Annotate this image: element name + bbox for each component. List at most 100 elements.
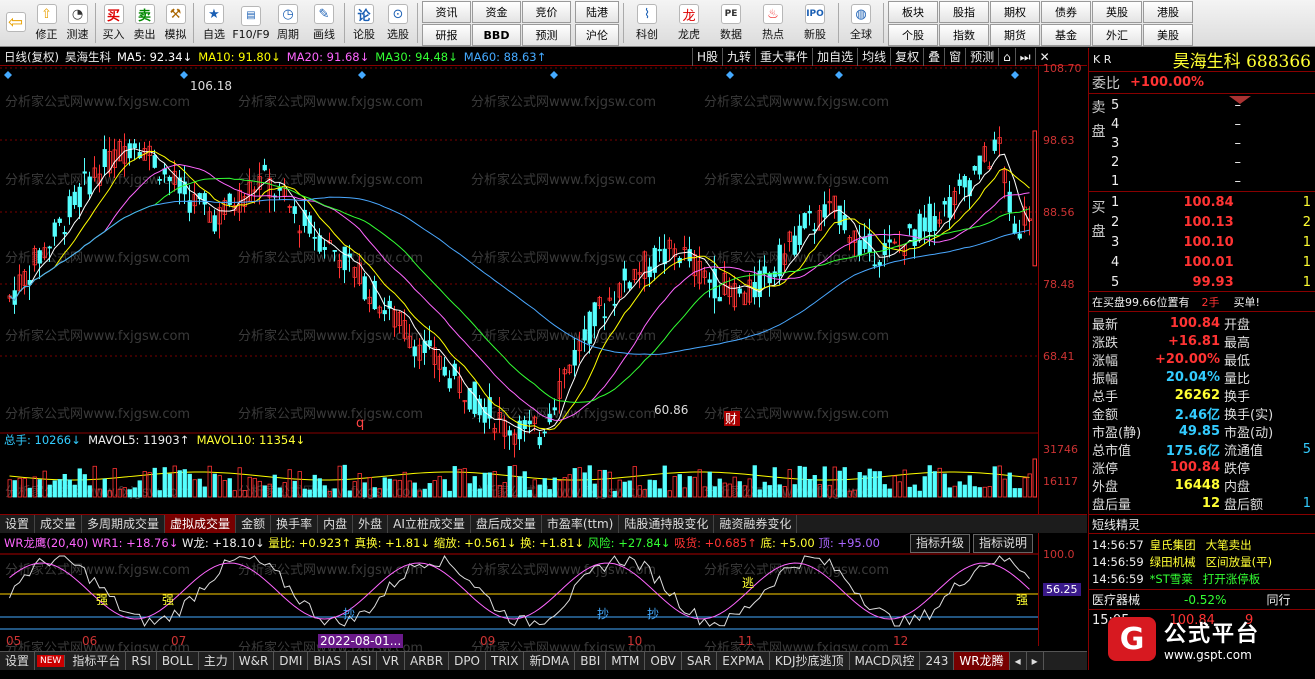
tool-ma[interactable]: 均线 xyxy=(857,48,890,66)
data-button[interactable]: PE 数据 xyxy=(710,0,752,46)
tab-hk-holdings[interactable]: 陆股通持股变化 xyxy=(619,515,715,533)
stat-label2: 市盈(动) xyxy=(1224,425,1274,441)
tab-settings[interactable]: 设置 xyxy=(0,515,36,533)
tool-forecast[interactable]: 预测 xyxy=(965,48,998,66)
tab-virtual-volume[interactable]: 虚拟成交量 xyxy=(165,515,237,533)
market-uk-button[interactable]: 英股 xyxy=(1092,1,1142,23)
btab-settings[interactable]: 设置 xyxy=(0,652,36,670)
market-sector-button[interactable]: 板块 xyxy=(888,1,938,23)
candlestick-chart[interactable]: 分析家公式网www.fxjgsw.com 分析家公式网www.fxjgsw.com… xyxy=(0,66,1038,651)
discuss-button[interactable]: 论论股 xyxy=(347,0,381,46)
btab-main[interactable]: 主力 xyxy=(199,652,234,670)
btab-vr[interactable]: VR xyxy=(377,652,405,670)
tab-volume[interactable]: 成交量 xyxy=(35,515,83,533)
btab-newdma[interactable]: 新DMA xyxy=(524,652,576,670)
vol-total: 总手: 10266↓ xyxy=(4,433,81,447)
tool-adjust[interactable]: 复权 xyxy=(890,48,923,66)
btab-platform[interactable]: 指标平台 xyxy=(67,652,127,670)
btab-bbi[interactable]: BBI xyxy=(575,652,607,670)
ind-top: 顶: +95.00 xyxy=(818,536,880,550)
btab-dmi[interactable]: DMI xyxy=(274,652,309,670)
btab-dpo[interactable]: DPO xyxy=(449,652,486,670)
tab-inner[interactable]: 内盘 xyxy=(318,515,354,533)
btab-trix[interactable]: TRIX xyxy=(486,652,525,670)
tab-outer[interactable]: 外盘 xyxy=(353,515,389,533)
news-item[interactable]: 14:56:59 绿田机械 区间放量(平) xyxy=(1089,553,1315,570)
tab-pe-ttm[interactable]: 市盈率(ttm) xyxy=(542,515,620,533)
news-button[interactable]: 资讯 xyxy=(422,1,471,23)
btab-macd[interactable]: MACD风控 xyxy=(850,652,921,670)
tab-amount[interactable]: 金额 xyxy=(236,515,272,533)
tab-after-hours[interactable]: 盘后成交量 xyxy=(471,515,542,533)
market-us-button[interactable]: 美股 xyxy=(1143,24,1193,46)
market-indices-button[interactable]: 指数 xyxy=(939,24,989,46)
stat-label2: 换手(实) xyxy=(1224,407,1274,423)
period-button[interactable]: ◷ 周期 xyxy=(270,0,306,46)
btab-bias[interactable]: BIAS xyxy=(308,652,348,670)
hotspot-button[interactable]: ♨ 热点 xyxy=(752,0,794,46)
dragon-tiger-button[interactable]: 龙龙虎 xyxy=(668,0,710,46)
scroll-right-icon[interactable]: ▸ xyxy=(1027,652,1044,670)
tool-h-share[interactable]: H股 xyxy=(692,48,722,66)
auction-button[interactable]: 竞价 xyxy=(522,1,571,23)
btab-expma[interactable]: EXPMA xyxy=(717,652,770,670)
btab-arbr[interactable]: ARBR xyxy=(405,652,450,670)
btab-sar[interactable]: SAR xyxy=(682,652,718,670)
fix-button[interactable]: ⇧ 修正 xyxy=(31,0,62,46)
ipo-button[interactable]: IPO 新股 xyxy=(794,0,836,46)
funds-button[interactable]: 资金 xyxy=(472,1,521,23)
stat-label2: 量比 xyxy=(1224,371,1251,387)
watchlist-button[interactable]: ★ 自选 xyxy=(196,0,232,46)
tab-margin[interactable]: 融资融券变化 xyxy=(714,515,798,533)
btab-243[interactable]: 243 xyxy=(920,652,955,670)
btab-rsi[interactable]: RSI xyxy=(126,652,157,670)
btab-wrlt[interactable]: WR龙腾 xyxy=(954,652,1010,670)
news-item[interactable]: 14:56:57 皇氏集团 大笔卖出 xyxy=(1089,536,1315,553)
tab-multi-period[interactable]: 多周期成交量 xyxy=(82,515,166,533)
global-button[interactable]: ◍ 全球 xyxy=(841,0,881,46)
market-funds-button[interactable]: 基金 xyxy=(1041,24,1091,46)
tool-add-watch[interactable]: 加自选 xyxy=(812,48,857,66)
news-item[interactable]: 14:56:59 *ST雪莱 打开涨停板 xyxy=(1089,570,1315,587)
sell-button[interactable]: 卖卖出 xyxy=(129,0,160,46)
indicator-upgrade-button[interactable]: 指标升级 xyxy=(910,534,971,553)
btab-mtm[interactable]: MTM xyxy=(606,652,646,670)
lock-icon[interactable]: ⌂ xyxy=(998,48,1015,66)
tool-nine-turn[interactable]: 九转 xyxy=(722,48,755,66)
market-stock-button[interactable]: 个股 xyxy=(888,24,938,46)
market-forex-button[interactable]: 外汇 xyxy=(1092,24,1142,46)
market-hk-button[interactable]: 港股 xyxy=(1143,1,1193,23)
simulate-button[interactable]: ⚒ 模拟 xyxy=(160,0,191,46)
market-bonds-button[interactable]: 债券 xyxy=(1041,1,1091,23)
research-button[interactable]: 研报 xyxy=(422,24,471,46)
star-market-button[interactable]: ⌇ 科创 xyxy=(626,0,668,46)
tool-overlay[interactable]: 叠 xyxy=(923,48,944,66)
tab-turnover[interactable]: 换手率 xyxy=(271,515,319,533)
candle-body xyxy=(507,430,512,436)
btab-asi[interactable]: ASI xyxy=(347,652,378,670)
draw-button[interactable]: ✎ 画线 xyxy=(306,0,342,46)
volume-bar xyxy=(527,489,532,498)
next-icon[interactable]: ⏭ xyxy=(1014,48,1035,66)
market-options-button[interactable]: 期权 xyxy=(990,1,1040,23)
scroll-left-icon[interactable]: ◂ xyxy=(1010,652,1027,670)
hk-connect-button[interactable]: 陆港 xyxy=(575,1,619,23)
speed-test-button[interactable]: ◔ 测速 xyxy=(62,0,93,46)
market-futures-button[interactable]: 期货 xyxy=(990,24,1040,46)
buy-button[interactable]: 买买入 xyxy=(98,0,129,46)
tab-ai-volume[interactable]: AI立桩成交量 xyxy=(388,515,471,533)
sh-london-button[interactable]: 沪伦 xyxy=(575,24,619,46)
tool-window[interactable]: 窗 xyxy=(944,48,965,66)
indicator-help-button[interactable]: 指标说明 xyxy=(973,534,1034,553)
btab-boll[interactable]: BOLL xyxy=(157,652,199,670)
forecast-button[interactable]: 预测 xyxy=(522,24,571,46)
btab-wr[interactable]: W&R xyxy=(234,652,275,670)
bbd-button[interactable]: BBD xyxy=(472,24,521,46)
market-index-button[interactable]: 股指 xyxy=(939,1,989,23)
f10-button[interactable]: ▤ F10/F9 xyxy=(232,0,270,46)
back-button[interactable]: ⇦ xyxy=(0,0,31,46)
btab-obv[interactable]: OBV xyxy=(645,652,682,670)
tool-events[interactable]: 重大事件 xyxy=(755,48,812,66)
btab-kdj[interactable]: KDJ抄底逃顶 xyxy=(770,652,850,670)
screener-button[interactable]: ⊙ 选股 xyxy=(381,0,415,46)
